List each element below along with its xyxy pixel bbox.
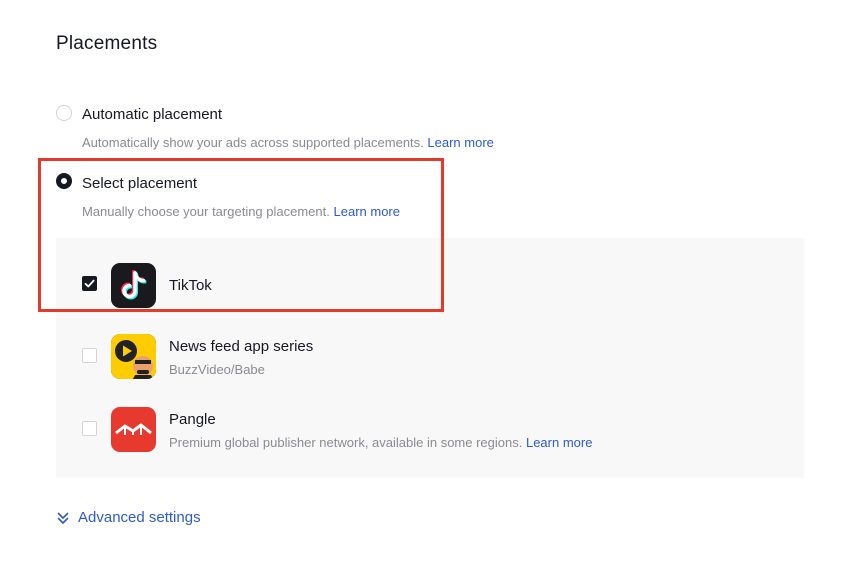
pangle-subtitle: Premium global publisher network, availa… [169,435,592,450]
pangle-icon [111,407,156,452]
double-chevron-down-icon [57,512,69,524]
pangle-subtitle-text: Premium global publisher network, availa… [169,435,523,450]
pangle-checkbox[interactable] [82,421,97,436]
news-feed-subtitle: BuzzVideo/Babe [169,362,265,377]
highlight-annotation-box [38,158,444,312]
section-title: Placements [56,33,158,54]
advanced-settings-label[interactable]: Advanced settings [78,509,201,526]
news-feed-checkbox[interactable] [82,348,97,363]
automatic-learn-more-link[interactable]: Learn more [427,135,493,150]
advanced-settings-toggle[interactable]: Advanced settings [56,509,201,526]
buzzvideo-icon [111,334,156,379]
automatic-placement-radio[interactable] [56,105,72,121]
pangle-name: Pangle [169,411,216,428]
automatic-placement-description: Automatically show your ads across suppo… [82,135,494,150]
news-feed-name: News feed app series [169,338,314,355]
automatic-placement-label[interactable]: Automatic placement [82,106,222,123]
automatic-placement-description-text: Automatically show your ads across suppo… [82,135,424,150]
placements-card: Placements Automatic placement Automatic… [0,0,860,571]
pangle-learn-more-link[interactable]: Learn more [526,435,592,450]
